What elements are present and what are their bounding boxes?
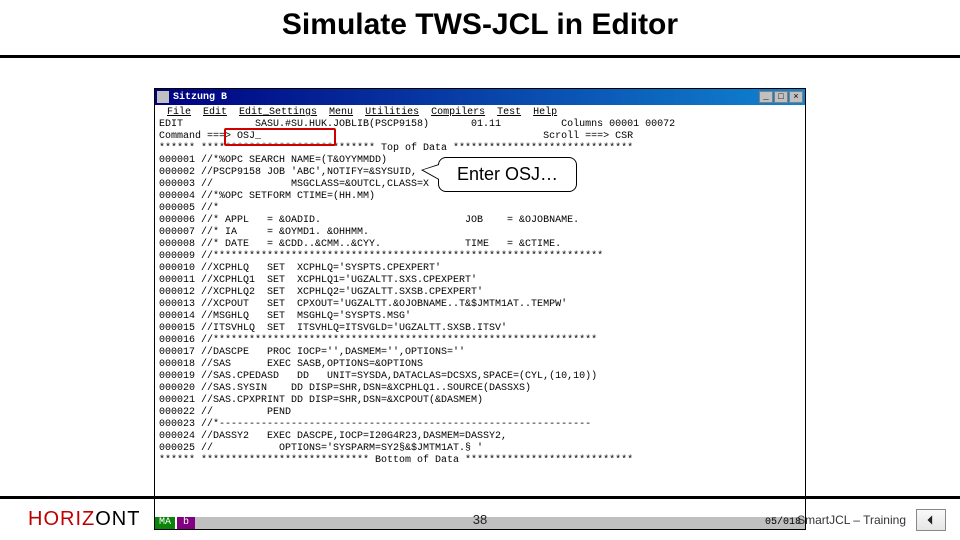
title-rule [0, 55, 960, 58]
terminal-line: 000011 //XCPHLQ1 SET XCPHLQ1='UGZALTT.SX… [159, 275, 801, 287]
embedded-screenshot: Sitzung B _ □ × FileEditEdit_SettingsMen… [154, 88, 806, 530]
terminal-line: 000018 //SAS EXEC SASB,OPTIONS=&OPTIONS [159, 359, 801, 371]
menubar-item[interactable]: Help [527, 107, 563, 119]
callout-text: Enter OSJ… [457, 164, 558, 184]
brand-right: ONT [95, 508, 140, 530]
terminal-line: 000009 //*******************************… [159, 251, 801, 263]
slide-title: Simulate TWS-JCL in Editor [0, 8, 960, 42]
terminal-line: 000021 //SAS.CPXPRINT DD DISP=SHR,DSN=&X… [159, 395, 801, 407]
terminal-line: 000024 //DASSY2 EXEC DASCPE,IOCP=I20G4R2… [159, 431, 801, 443]
back-arrow-icon [924, 513, 938, 527]
editor-menubar: FileEditEdit_SettingsMenuUtilitiesCompil… [159, 107, 801, 119]
terminal-line: 000020 //SAS.SYSIN DD DISP=SHR,DSN=&XCPH… [159, 383, 801, 395]
menubar-item[interactable]: Edit_Settings [233, 107, 323, 119]
slide-footer: HORIZONT 38 SmartJCL – Training [0, 496, 960, 540]
terminal-line: 000025 // OPTIONS='SYSPARM=SY2§&$JMTM1AT… [159, 443, 801, 455]
terminal-line: 000013 //XCPOUT SET CPXOUT='UGZALTT.&OJO… [159, 299, 801, 311]
terminal-line: 000012 //XCPHLQ2 SET XCPHLQ2='UGZALTT.SX… [159, 287, 801, 299]
page-number: 38 [473, 512, 487, 527]
window-close-button[interactable]: × [789, 91, 803, 103]
terminal-line: 000014 //MSGHLQ SET MSGHLQ='SYSPTS.MSG' [159, 311, 801, 323]
window-title-text: Sitzung B [173, 92, 759, 103]
menubar-item[interactable]: File [161, 107, 197, 119]
menubar-item[interactable]: Test [491, 107, 527, 119]
terminal-line: 000006 //* APPL = &OADID. JOB = &OJOBNAM… [159, 215, 801, 227]
menubar-item[interactable]: Utilities [359, 107, 425, 119]
window-icon [157, 91, 169, 103]
highlight-box [224, 128, 336, 146]
menubar-item[interactable]: Menu [323, 107, 359, 119]
app-window: Sitzung B _ □ × FileEditEdit_SettingsMen… [154, 88, 806, 530]
terminal-line: 000017 //DASCPE PROC IOCP='',DASMEM='',O… [159, 347, 801, 359]
terminal-line: 000008 //* DATE = &CDD..&CMM..&CYY. TIME… [159, 239, 801, 251]
terminal-line: 000022 // PEND [159, 407, 801, 419]
nav-back-button[interactable] [916, 509, 946, 531]
course-name: SmartJCL – Training [797, 513, 906, 527]
terminal-line: 000007 //* IA = &OYMD1. &OHHMM. [159, 227, 801, 239]
terminal-line: 000005 //* [159, 203, 801, 215]
window-minimize-button[interactable]: _ [759, 91, 773, 103]
terminal-line: 000023 //*------------------------------… [159, 419, 801, 431]
callout-bubble: Enter OSJ… [438, 157, 577, 192]
terminal-line: ****** **************************** Bott… [159, 455, 801, 467]
terminal-line: 000016 //*******************************… [159, 335, 801, 347]
brand-logo: HORIZONT [0, 508, 140, 531]
menubar-item[interactable]: Compilers [425, 107, 491, 119]
menubar-item[interactable]: Edit [197, 107, 233, 119]
terminal-line: 000015 //ITSVHLQ SET ITSVHLQ=ITSVGLD='UG… [159, 323, 801, 335]
terminal-line: 000004 //*%OPC SETFORM CTIME=(HH.MM) [159, 191, 801, 203]
terminal-line: 000010 //XCPHLQ SET XCPHLQ='SYSPTS.CPEXP… [159, 263, 801, 275]
window-titlebar: Sitzung B _ □ × [155, 89, 805, 105]
window-maximize-button[interactable]: □ [774, 91, 788, 103]
terminal-line: 000019 //SAS.CPEDASD DD UNIT=SYSDA,DATAC… [159, 371, 801, 383]
brand-left: HORIZ [28, 508, 95, 530]
